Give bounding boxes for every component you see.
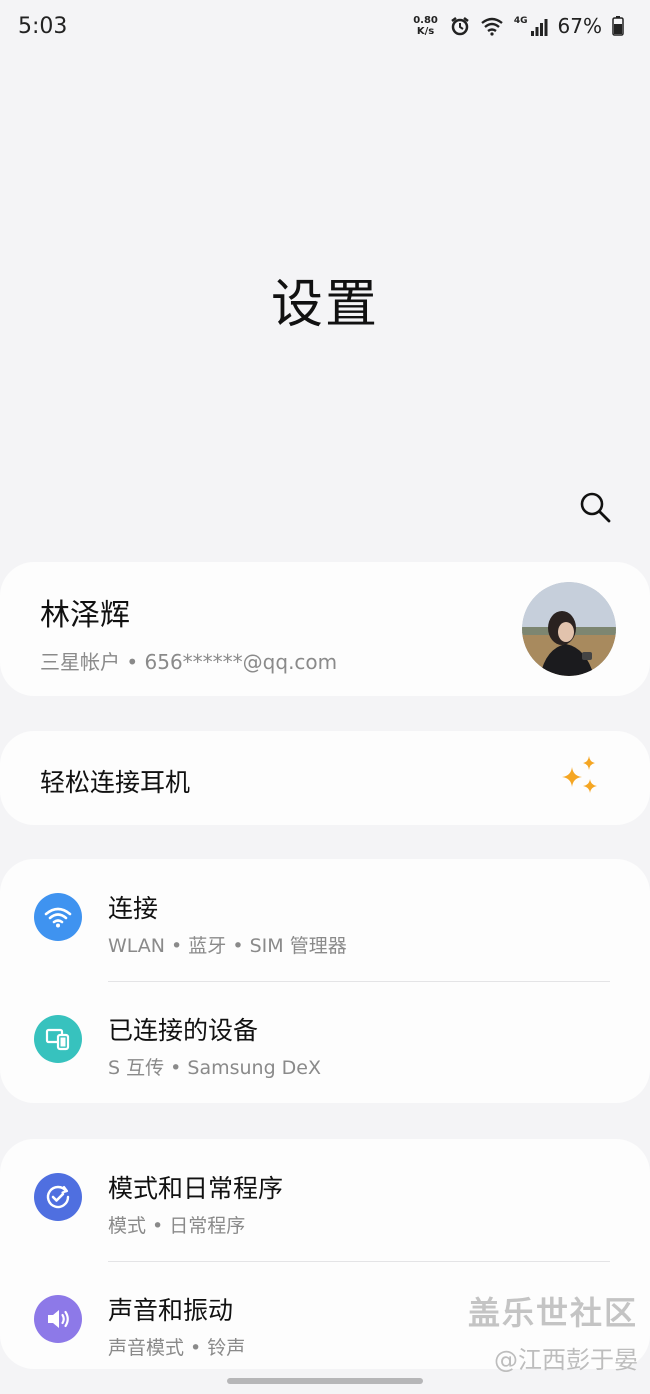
battery-percent: 67% [557, 14, 602, 38]
status-time: 5:03 [18, 14, 68, 39]
account-name: 林泽辉 [40, 598, 130, 633]
page-title: 设置 [270, 275, 379, 335]
status-icons: 0.80 K/s 4G 67% [413, 14, 624, 38]
wifi-icon [34, 893, 82, 941]
network-speed: 0.80 K/s [413, 15, 438, 37]
battery-icon [612, 16, 624, 36]
search-icon[interactable] [578, 490, 612, 524]
settings-group-connections: 连接 WLAN • 蓝牙 • SIM 管理器 已连接的设备 S 互传 • Sam… [0, 859, 650, 1103]
wifi-signal-icon [481, 17, 503, 36]
watermark-author: @江西彭于晏 [494, 1346, 638, 1374]
avatar[interactable] [522, 582, 616, 676]
speaker-icon [34, 1295, 82, 1343]
item-subtitle: S 互传 • Samsung DeX [108, 1057, 322, 1079]
account-card[interactable]: 林泽辉 三星帐户 • 656******@qq.com [0, 562, 650, 696]
item-label: 已连接的设备 [108, 1016, 259, 1045]
alarm-icon [451, 17, 469, 36]
item-subtitle: WLAN • 蓝牙 • SIM 管理器 [108, 935, 347, 957]
earbuds-card[interactable]: 轻松连接耳机 [0, 731, 650, 825]
account-subtitle: 三星帐户 • 656******@qq.com [40, 650, 338, 674]
item-label: 声音和振动 [108, 1296, 234, 1325]
item-subtitle: 模式 • 日常程序 [108, 1215, 246, 1237]
settings-item-connections[interactable]: 连接 WLAN • 蓝牙 • SIM 管理器 [0, 859, 650, 981]
routine-check-icon [34, 1173, 82, 1221]
watermark-title: 盖乐世社区 [467, 1294, 638, 1332]
home-indicator[interactable] [227, 1378, 423, 1384]
settings-item-modes-routines[interactable]: 模式和日常程序 模式 • 日常程序 [0, 1139, 650, 1261]
sparkle-icon [562, 756, 597, 793]
item-label: 模式和日常程序 [108, 1174, 284, 1203]
settings-item-connected-devices[interactable]: 已连接的设备 S 互传 • Samsung DeX [0, 981, 650, 1103]
item-subtitle: 声音模式 • 铃声 [108, 1337, 246, 1359]
earbuds-label: 轻松连接耳机 [40, 768, 191, 797]
devices-icon [34, 1015, 82, 1063]
item-label: 连接 [108, 894, 159, 923]
status-bar: 5:03 0.80 K/s 4G 67% [0, 0, 650, 58]
cell-signal-icon: 4G [514, 16, 548, 36]
watermark: 盖乐世社区 @江西彭于晏 [468, 1288, 638, 1375]
